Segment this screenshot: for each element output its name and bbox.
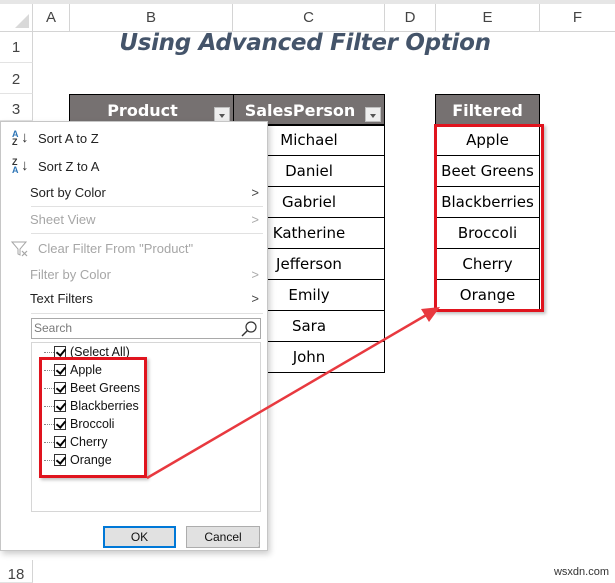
chevron-right-icon: > (251, 185, 259, 200)
column-header-b[interactable]: B (70, 4, 233, 32)
cancel-button[interactable]: Cancel (186, 526, 260, 548)
menu-item-label: Text Filters (30, 291, 93, 306)
filtered-list-cell[interactable]: Orange (435, 280, 540, 311)
menu-item-label: Sheet View (30, 212, 96, 227)
filtered-list-header: Filtered List (435, 94, 540, 151)
search-placeholder: Search (34, 321, 73, 335)
column-header-f[interactable]: F (540, 4, 615, 32)
product-filter-dropdown-button[interactable] (214, 107, 230, 122)
column-header-e[interactable]: E (436, 4, 540, 32)
menu-item-label: Sort by Color (30, 185, 106, 200)
sort-z-to-a-icon: Z A ↓ (12, 157, 29, 175)
filtered-list-cell[interactable]: Apple (435, 125, 540, 156)
menu-item-filter-by-color: Filter by Color > (1, 262, 267, 288)
salesperson-header-label: SalesPerson (244, 101, 356, 120)
column-header-d[interactable]: D (385, 4, 436, 32)
select-all-corner[interactable] (0, 4, 33, 32)
column-header-c[interactable]: C (233, 4, 385, 32)
menu-item-sort-z-to-a[interactable]: Z A ↓ Sort Z to A (1, 154, 267, 180)
sheet-title: Using Advanced Filter Option (119, 30, 491, 56)
checkbox-checked[interactable] (54, 364, 66, 376)
menu-item-label: Sort Z to A (38, 159, 100, 174)
menu-item-sort-by-color[interactable]: Sort by Color > (1, 180, 267, 206)
menu-item-label: Filter by Color (30, 267, 111, 282)
row-header-2[interactable]: 2 (0, 63, 33, 94)
product-header-label: Product (107, 101, 178, 120)
row-header-1[interactable]: 1 (0, 32, 33, 63)
filtered-list-cell[interactable]: Blackberries (435, 187, 540, 218)
menu-separator (31, 313, 263, 314)
menu-item-text-filters[interactable]: Text Filters > (1, 286, 267, 312)
watermark: wsxdn.com (553, 566, 609, 578)
menu-item-sheet-view: Sheet View > (1, 207, 267, 233)
checkbox-checked[interactable] (54, 436, 66, 448)
row-header-3[interactable]: 3 (0, 94, 33, 121)
filtered-list-cell[interactable]: Broccoli (435, 218, 540, 249)
checkbox-checked[interactable] (54, 400, 66, 412)
checkbox-checked[interactable] (54, 382, 66, 394)
menu-item-sort-a-to-z[interactable]: A Z ↓ Sort A to Z (1, 126, 267, 152)
row-header-18[interactable]: 18 (0, 560, 33, 583)
column-header-a[interactable]: A (33, 4, 70, 32)
filtered-list-cell[interactable]: Beet Greens (435, 156, 540, 187)
filtered-list-cell[interactable]: Cherry (435, 249, 540, 280)
sort-a-to-z-icon: A Z ↓ (12, 129, 29, 147)
menu-item-label: Clear Filter From "Product" (38, 241, 194, 256)
checkbox-checked[interactable] (54, 454, 66, 466)
salesperson-filter-dropdown-button[interactable] (365, 107, 381, 122)
search-icon[interactable] (240, 320, 258, 338)
resize-grip-icon[interactable]: ⁚ (258, 542, 264, 549)
menu-item-clear-filter: Clear Filter From "Product" (1, 236, 267, 262)
checkbox-checked[interactable] (54, 418, 66, 430)
clear-filter-icon (11, 241, 28, 257)
filter-values-list: (Select All) Apple Beet Greens Blackberr… (31, 342, 261, 512)
chevron-right-icon: > (251, 291, 259, 306)
ok-button[interactable]: OK (103, 526, 176, 548)
menu-separator (31, 233, 263, 234)
filter-search-input[interactable]: Search (31, 318, 261, 339)
menu-item-label: Sort A to Z (38, 131, 99, 146)
autofilter-dropdown-menu: A Z ↓ Sort A to Z Z A ↓ Sort Z to A Sort… (0, 121, 268, 551)
checkbox-checked[interactable] (54, 346, 66, 358)
chevron-right-icon: > (251, 267, 259, 282)
chevron-right-icon: > (251, 212, 259, 227)
